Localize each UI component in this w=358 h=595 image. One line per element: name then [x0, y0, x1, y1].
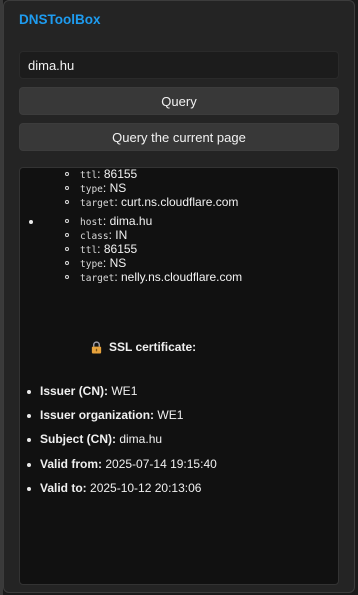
ssl-label: Valid from: [40, 457, 103, 471]
ssl-label: Issuer organization: [40, 408, 155, 422]
ssl-label: Valid to: [40, 481, 87, 495]
list-bullet [27, 414, 31, 418]
record-field-target: target: nelly.ns.cloudflare.com [65, 270, 243, 285]
query-button[interactable]: Query [19, 87, 339, 115]
list-bullet [27, 438, 31, 442]
ssl-label: Subject (CN): [40, 432, 116, 446]
record-field-type: type: NS [65, 256, 127, 271]
field-value: NS [109, 181, 127, 195]
sub-bullet [65, 172, 69, 176]
record-field-ttl: ttl: 86155 [65, 167, 138, 182]
ssl-value: WE1 [111, 384, 138, 398]
lock-icon [91, 340, 102, 354]
results-panel[interactable]: ttl: 86155 type: NS target: curt.ns.clou… [19, 167, 339, 585]
list-bullet [27, 487, 31, 491]
field-value: 86155 [103, 167, 138, 181]
record-field-type: type: NS [65, 181, 127, 196]
sub-bullet [65, 186, 69, 190]
query-current-page-button[interactable]: Query the current page [19, 123, 339, 151]
ssl-value: WE1 [157, 408, 184, 422]
domain-input[interactable] [19, 51, 339, 79]
sub-bullet [65, 275, 69, 279]
ssl-heading: SSL certificate: [90, 340, 196, 354]
sub-bullet [65, 219, 69, 223]
sub-bullet [65, 261, 69, 265]
field-key: host [80, 217, 103, 228]
field-key: class [80, 231, 109, 242]
field-key: ttl [80, 245, 98, 256]
list-bullet [29, 220, 33, 224]
field-key: type [80, 259, 103, 270]
list-bullet [27, 390, 31, 394]
sub-bullet [65, 233, 69, 237]
field-value: IN [115, 228, 128, 242]
field-value: 86155 [103, 242, 138, 256]
record-field-class: class: IN [65, 228, 128, 243]
ssl-label: Issuer (CN): [40, 384, 109, 398]
record-field-target: target: curt.ns.cloudflare.com [65, 195, 239, 210]
field-key: type [80, 184, 103, 195]
field-value: nelly.ns.cloudflare.com [121, 270, 243, 284]
sub-bullet [65, 200, 69, 204]
field-value: curt.ns.cloudflare.com [121, 195, 239, 209]
extension-popup: DNSToolBox Query Query the current page … [3, 0, 355, 593]
ssl-value: 2025-07-14 19:15:40 [105, 457, 217, 471]
record-field-ttl: ttl: 86155 [65, 242, 138, 257]
field-key: target [80, 273, 115, 284]
record-field-host: host: dima.hu [65, 214, 153, 229]
sub-bullet [65, 247, 69, 251]
app-title: DNSToolBox [19, 12, 101, 27]
field-key: ttl [80, 170, 98, 181]
field-key: target [80, 198, 115, 209]
ssl-value: 2025-10-12 20:13:06 [90, 481, 202, 495]
field-value: NS [109, 256, 127, 270]
ssl-value: dima.hu [119, 432, 163, 446]
field-value: dima.hu [109, 214, 153, 228]
ssl-heading-text: SSL certificate: [109, 340, 197, 354]
list-bullet [27, 463, 31, 467]
